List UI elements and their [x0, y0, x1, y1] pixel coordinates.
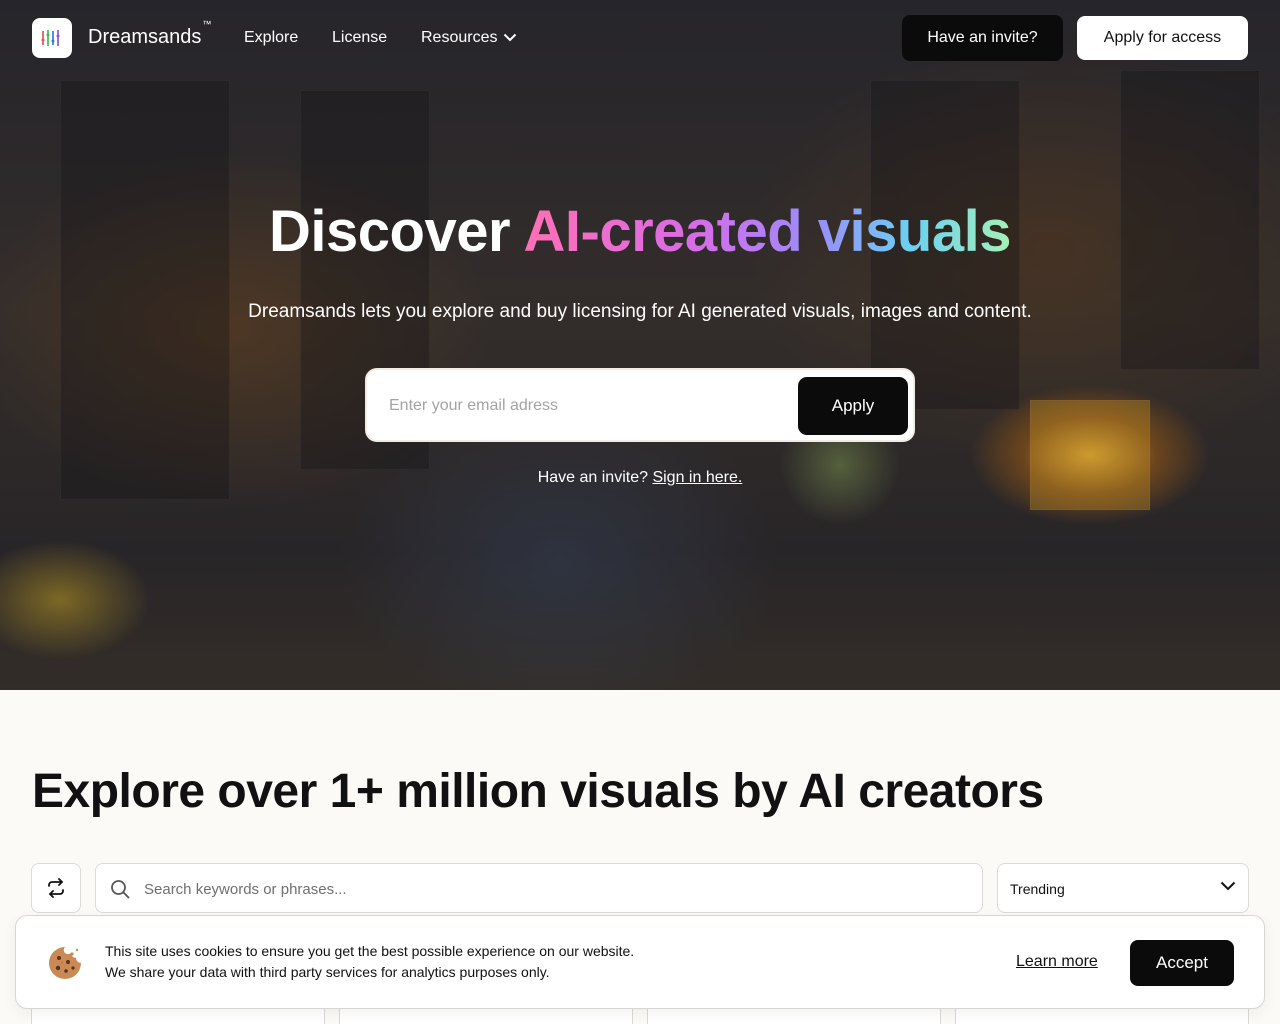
sign-in-link[interactable]: Sign in here.: [652, 469, 742, 486]
hero-title-plain: Discover: [269, 199, 524, 264]
apply-for-access-button[interactable]: Apply for access: [1077, 16, 1248, 60]
cookie-message: This site uses cookies to ensure you get…: [105, 941, 634, 983]
email-field[interactable]: [389, 392, 789, 420]
cookie-banner: This site uses cookies to ensure you get…: [15, 915, 1265, 1009]
nav-link-resources-label: Resources: [421, 29, 498, 46]
hero-subtitle: Dreamsands lets you explore and buy lice…: [248, 301, 1032, 322]
have-invite-button[interactable]: Have an invite?: [902, 15, 1063, 61]
hero-title-gradient: AI-created visuals: [523, 199, 1012, 264]
apply-button[interactable]: Apply: [798, 377, 908, 435]
brand-name[interactable]: Dreamsands™: [88, 19, 211, 49]
explore-title: Explore over 1+ million visuals by AI cr…: [32, 765, 1044, 818]
logo[interactable]: [32, 18, 72, 58]
equalizer-bars-icon: [41, 30, 60, 46]
refresh-button[interactable]: [31, 863, 81, 913]
chevron-down-icon: [504, 34, 517, 42]
cookie-line-2: We share your data with third party serv…: [105, 964, 550, 980]
learn-more-link[interactable]: Learn more: [1016, 953, 1098, 971]
accept-cookies-button[interactable]: Accept: [1130, 940, 1234, 986]
search-box: [95, 863, 983, 913]
hero-overlay: [0, 0, 1280, 690]
nav-link-explore[interactable]: Explore: [244, 29, 298, 47]
sort-selected-value: Trending: [1010, 881, 1065, 897]
sort-dropdown[interactable]: Trending: [997, 863, 1249, 913]
top-navigation: Dreamsands™ Explore License Resources Ha…: [0, 0, 1280, 78]
search-input[interactable]: [144, 877, 944, 901]
hero-title: Discover AI-created visuals: [0, 198, 1280, 265]
trademark-mark: ™: [202, 19, 212, 30]
invite-text: Have an invite?: [537, 469, 648, 486]
search-icon: [111, 880, 130, 899]
hero-section: Dreamsands™ Explore License Resources Ha…: [0, 0, 1280, 690]
email-signup-form: Apply: [365, 368, 915, 442]
chevron-down-icon: [1220, 881, 1236, 891]
cookie-icon: [49, 947, 81, 979]
refresh-icon: [48, 878, 64, 898]
invite-signin-line: Have an invite? Sign in here.: [0, 469, 1280, 487]
nav-link-resources[interactable]: Resources: [421, 29, 517, 47]
cookie-line-1: This site uses cookies to ensure you get…: [105, 943, 635, 959]
brand-text: Dreamsands: [88, 26, 202, 48]
nav-link-license[interactable]: License: [332, 29, 387, 47]
